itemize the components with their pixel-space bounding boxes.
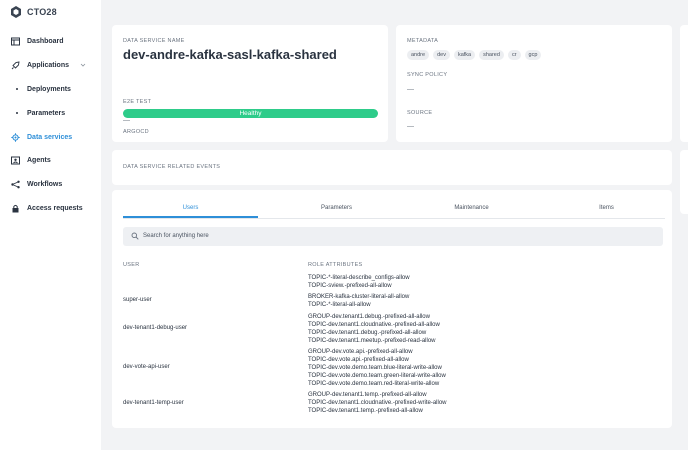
search-placeholder: Search for anything here	[143, 233, 209, 239]
search-icon	[131, 232, 139, 240]
role-attribute: TOPIC-dev.vote.api.-prefixed-all-allow	[308, 357, 409, 363]
search-input[interactable]: Search for anything here	[123, 227, 663, 246]
argocd-label: ARGOCD	[123, 129, 149, 135]
source-label: SOURCE	[407, 110, 433, 116]
role-attribute: TOPIC-dev.tenant1.cloudnative.-prefixed-…	[308, 322, 440, 328]
sidebar-item-dashboard[interactable]: Dashboard	[0, 34, 101, 50]
sync-policy-label: SYNC POLICY	[407, 72, 448, 78]
role-attribute: TOPIC-dev.tenant1.meetup.-prefixed-read-…	[308, 338, 436, 344]
gear-icon	[11, 133, 20, 142]
role-attribute: GROUP-dev.vote.api.-prefixed-all-allow	[308, 349, 413, 355]
service-name-label: DATA SERVICE NAME	[123, 38, 185, 44]
tab-users[interactable]: Users	[123, 202, 258, 218]
sidebar-item-agents[interactable]: Agents	[0, 153, 101, 169]
users-card: Users Parameters Maintenance Items Searc…	[112, 190, 672, 428]
agent-icon	[11, 156, 20, 165]
metadata-card: METADATA andre dev kafka shared cr gcp S…	[396, 25, 672, 142]
service-info-card: DATA SERVICE NAME dev-andre-kafka-sasl-k…	[112, 25, 388, 142]
chevron-down-icon[interactable]	[80, 62, 86, 68]
tag: dev	[433, 50, 450, 60]
role-attribute: TOPIC-*-literal-all-allow	[308, 302, 371, 308]
tag: andre	[407, 50, 430, 60]
role-attributes: TOPIC-*-literal-describe_configs-allow T…	[308, 274, 410, 290]
argocd-value: —	[123, 117, 130, 124]
sidebar-item-label: Parameters	[27, 110, 66, 117]
role-attribute: TOPIC-dev.vote.demo.team.red-literal-wri…	[308, 381, 440, 387]
user-name: dev-tenant1-debug-user	[123, 325, 188, 331]
sidebar-item-label: Agents	[27, 157, 51, 164]
column-header-user: USER	[123, 262, 140, 268]
tag: cr	[507, 50, 521, 60]
tag: kafka	[453, 50, 476, 60]
role-attributes: GROUP-dev.vote.api.-prefixed-all-allow T…	[308, 348, 446, 388]
bullet-icon	[16, 88, 18, 90]
tab-items[interactable]: Items	[539, 202, 674, 218]
sidebar-item-deployments[interactable]: Deployments	[0, 82, 101, 98]
metadata-label: METADATA	[407, 38, 439, 44]
sidebar-item-label: Workflows	[27, 181, 63, 188]
partial-card	[680, 25, 688, 142]
sync-policy-value: —	[407, 86, 414, 93]
source-value: —	[407, 123, 414, 130]
role-attributes: GROUP-dev.tenant1.temp.-prefixed-all-all…	[308, 391, 447, 415]
column-header-role-attributes: ROLE ATTRIBUTES	[308, 262, 363, 268]
role-attribute: TOPIC-dev.vote.demo.team.blue-literal-wr…	[308, 365, 442, 371]
health-status-badge: Healthy	[123, 109, 378, 118]
role-attribute: BROKER-kafka-cluster-literal-all-allow	[308, 294, 410, 300]
role-attribute: TOPIC-dev.tenant1.debug.-prefixed-all-al…	[308, 330, 427, 336]
workflow-icon	[11, 180, 20, 189]
user-name: dev-tenant1-temp-user	[123, 400, 184, 406]
role-attribute: TOPIC-dev.vote.demo.team.green-literal-w…	[308, 373, 446, 379]
tag: gcp	[524, 50, 542, 60]
dashboard-icon	[11, 37, 20, 46]
sidebar-item-label: Dashboard	[27, 38, 64, 45]
rocket-icon	[11, 61, 20, 70]
role-attributes: BROKER-kafka-cluster-literal-all-allow T…	[308, 293, 409, 309]
logo-text: CTO28	[27, 7, 57, 17]
sidebar-item-workflows[interactable]: Workflows	[0, 177, 101, 193]
user-name: dev-vote-api-user	[123, 364, 170, 370]
role-attribute: TOPIC-*-literal-describe_configs-allow	[308, 275, 410, 281]
bullet-icon	[16, 112, 18, 114]
logo-icon	[11, 6, 21, 18]
sidebar-item-label: Applications	[27, 62, 70, 69]
sidebar: CTO28 Dashboard Applications Deployments…	[0, 0, 101, 450]
tab-parameters[interactable]: Parameters	[269, 202, 404, 218]
role-attribute: GROUP-dev.tenant1.temp.-prefixed-all-all…	[308, 392, 427, 398]
role-attribute: TOPIC-dev.tenant1.temp.-prefixed-all-all…	[308, 408, 423, 414]
partial-card	[680, 150, 688, 214]
tag: shared	[479, 50, 504, 60]
brand-logo[interactable]: CTO28	[9, 5, 57, 19]
role-attribute: GROUP-dev.tenant1.debug.-prefixed-all-al…	[308, 314, 430, 320]
sidebar-item-data-services[interactable]: Data services	[0, 130, 101, 146]
sidebar-item-label: Data services	[27, 134, 73, 141]
events-label: DATA SERVICE RELATED EVENTS	[123, 164, 221, 170]
role-attribute: TOPIC-sview.-prefixed-all-allow	[308, 283, 392, 289]
page-title: dev-andre-kafka-sasl-kafka-shared	[123, 47, 337, 62]
role-attribute: TOPIC-dev.tenant1.cloudnative.-prefixed-…	[308, 400, 447, 406]
tab-bar: Users Parameters Maintenance Items	[123, 202, 665, 219]
sidebar-item-label: Access requests	[27, 205, 83, 212]
tab-maintenance[interactable]: Maintenance	[404, 202, 539, 218]
user-name: super-user	[123, 297, 152, 303]
sidebar-item-label: Deployments	[27, 86, 71, 93]
sidebar-item-parameters[interactable]: Parameters	[0, 106, 101, 122]
sidebar-item-applications[interactable]: Applications	[0, 58, 101, 74]
tag-list: andre dev kafka shared cr gcp	[407, 50, 542, 60]
role-attributes: GROUP-dev.tenant1.debug.-prefixed-all-al…	[308, 313, 440, 345]
events-card: DATA SERVICE RELATED EVENTS	[112, 150, 672, 185]
lock-icon	[12, 204, 19, 213]
sidebar-item-access-requests[interactable]: Access requests	[0, 201, 101, 217]
e2e-test-label: E2E TEST	[123, 99, 152, 105]
